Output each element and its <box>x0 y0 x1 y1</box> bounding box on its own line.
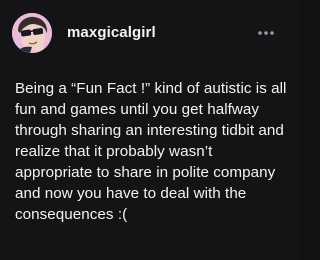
post-card: maxgicalgirl Being a “Fun Fact !” kind o… <box>0 0 300 260</box>
post-text: Being a “Fun Fact !” kind of autistic is… <box>15 80 287 223</box>
more-options-button[interactable] <box>255 26 277 40</box>
username[interactable]: maxgicalgirl <box>67 24 156 42</box>
more-dots-icon <box>258 31 274 35</box>
sunglasses-face-icon <box>12 13 52 53</box>
post-header: maxgicalgirl <box>0 0 300 70</box>
avatar[interactable] <box>12 13 52 53</box>
